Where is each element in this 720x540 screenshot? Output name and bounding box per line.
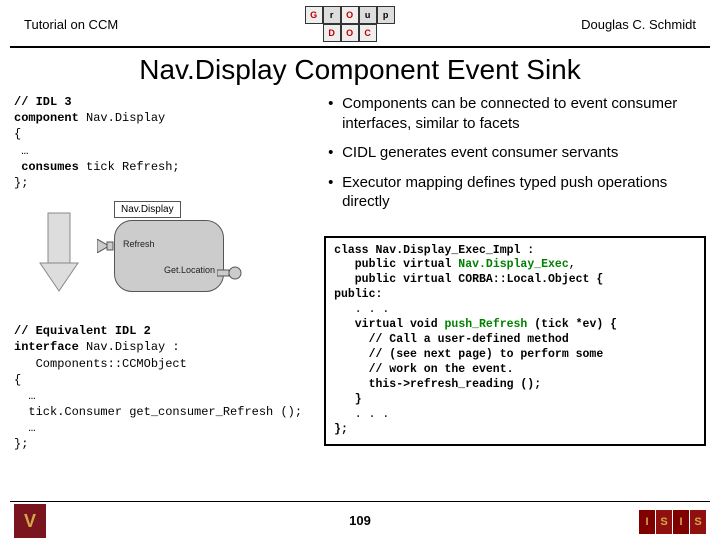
code-line: …	[14, 144, 28, 158]
right-column: Components can be connected to event con…	[324, 94, 706, 453]
bullet-item: Executor mapping defines typed push oper…	[328, 173, 706, 212]
code-text: virtual void	[334, 318, 438, 331]
event-sink-icon	[97, 239, 115, 253]
code-line: {	[14, 373, 21, 387]
port-label: Get.Location	[164, 265, 215, 275]
isis-logo: I S I S	[639, 510, 706, 534]
code-line: };	[14, 437, 28, 451]
logo-cell: D	[323, 24, 341, 42]
code-line: class Nav.Display_Exec_Impl :	[334, 244, 534, 257]
facet-icon	[217, 265, 243, 281]
component-body: Refresh Get.Location	[114, 220, 224, 292]
port-label: Refresh	[123, 239, 155, 249]
code-line: this->refresh_reading ();	[334, 378, 541, 391]
logo-cell: p	[377, 6, 395, 24]
code-type: Nav.Display_Exec	[451, 258, 568, 271]
component-box: Nav.Display Refresh Get.Location	[114, 199, 224, 292]
code-text: (tick *ev) {	[527, 318, 617, 331]
header-right-text: Douglas C. Schmidt	[581, 17, 696, 32]
header-left-text: Tutorial on CCM	[24, 17, 118, 32]
code-type: push_Refresh	[438, 318, 528, 331]
code-text: ,	[569, 258, 576, 271]
logo-cell: C	[359, 24, 377, 42]
logo-cell: I	[673, 510, 689, 534]
component-diagram: Nav.Display Refresh Get.Location	[14, 199, 314, 319]
code-line: // Call a user-defined method	[334, 333, 569, 346]
logo-cell: O	[341, 6, 359, 24]
code-line: {	[14, 127, 21, 141]
code-line: // Equivalent IDL 2	[14, 324, 151, 338]
code-line: …	[14, 389, 36, 403]
vanderbilt-logo: V	[14, 504, 46, 538]
doc-group-logo: G r O u p D O C	[305, 6, 395, 42]
code-line: };	[14, 176, 28, 190]
logo-cell: G	[305, 6, 323, 24]
code-text: Nav.Display :	[79, 340, 180, 354]
code-line: // IDL 3	[14, 95, 72, 109]
code-line: public:	[334, 288, 382, 301]
logo-cell: u	[359, 6, 377, 24]
bullet-item: CIDL generates event consumer servants	[328, 143, 706, 163]
idl3-code: // IDL 3 component Nav.Display { … consu…	[14, 94, 314, 191]
page-number: 109	[0, 513, 720, 528]
code-keyword: component	[14, 111, 79, 125]
logo-cell: S	[690, 510, 706, 534]
code-line: Components::CCMObject	[14, 357, 187, 371]
logo-cell: O	[341, 24, 359, 42]
code-text: tick Refresh;	[79, 160, 180, 174]
code-line: …	[14, 421, 36, 435]
bullet-item: Components can be connected to event con…	[328, 94, 706, 133]
logo-cell: I	[639, 510, 655, 534]
logo-cell: S	[656, 510, 672, 534]
code-line: tick.Consumer get_consumer_Refresh ();	[14, 405, 302, 419]
component-name-label: Nav.Display	[114, 201, 181, 218]
slide-header: Tutorial on CCM G r O u p D O C Douglas …	[10, 0, 710, 48]
code-text: public virtual	[334, 258, 451, 271]
code-line: // work on the event.	[334, 363, 513, 376]
code-text: Nav.Display	[79, 111, 165, 125]
code-line: };	[334, 423, 348, 436]
slide-title: Nav.Display Component Event Sink	[0, 54, 720, 86]
footer-divider	[10, 501, 710, 502]
logo-cell: r	[323, 6, 341, 24]
left-column: // IDL 3 component Nav.Display { … consu…	[14, 94, 314, 453]
code-line: }	[334, 393, 362, 406]
content-area: // IDL 3 component Nav.Display { … consu…	[0, 94, 720, 453]
code-line: public virtual CORBA::Local.Object {	[334, 273, 603, 286]
arrow-down-icon	[34, 209, 84, 299]
code-line: . . .	[334, 408, 389, 421]
code-line: . . .	[334, 303, 389, 316]
class-code-box: class Nav.Display_Exec_Impl : public vir…	[324, 236, 706, 446]
code-keyword: consumes	[14, 160, 79, 174]
code-line: // (see next page) to perform some	[334, 348, 603, 361]
code-keyword: interface	[14, 340, 79, 354]
idl2-code: // Equivalent IDL 2 interface Nav.Displa…	[14, 323, 314, 453]
bullet-list: Components can be connected to event con…	[324, 94, 706, 212]
